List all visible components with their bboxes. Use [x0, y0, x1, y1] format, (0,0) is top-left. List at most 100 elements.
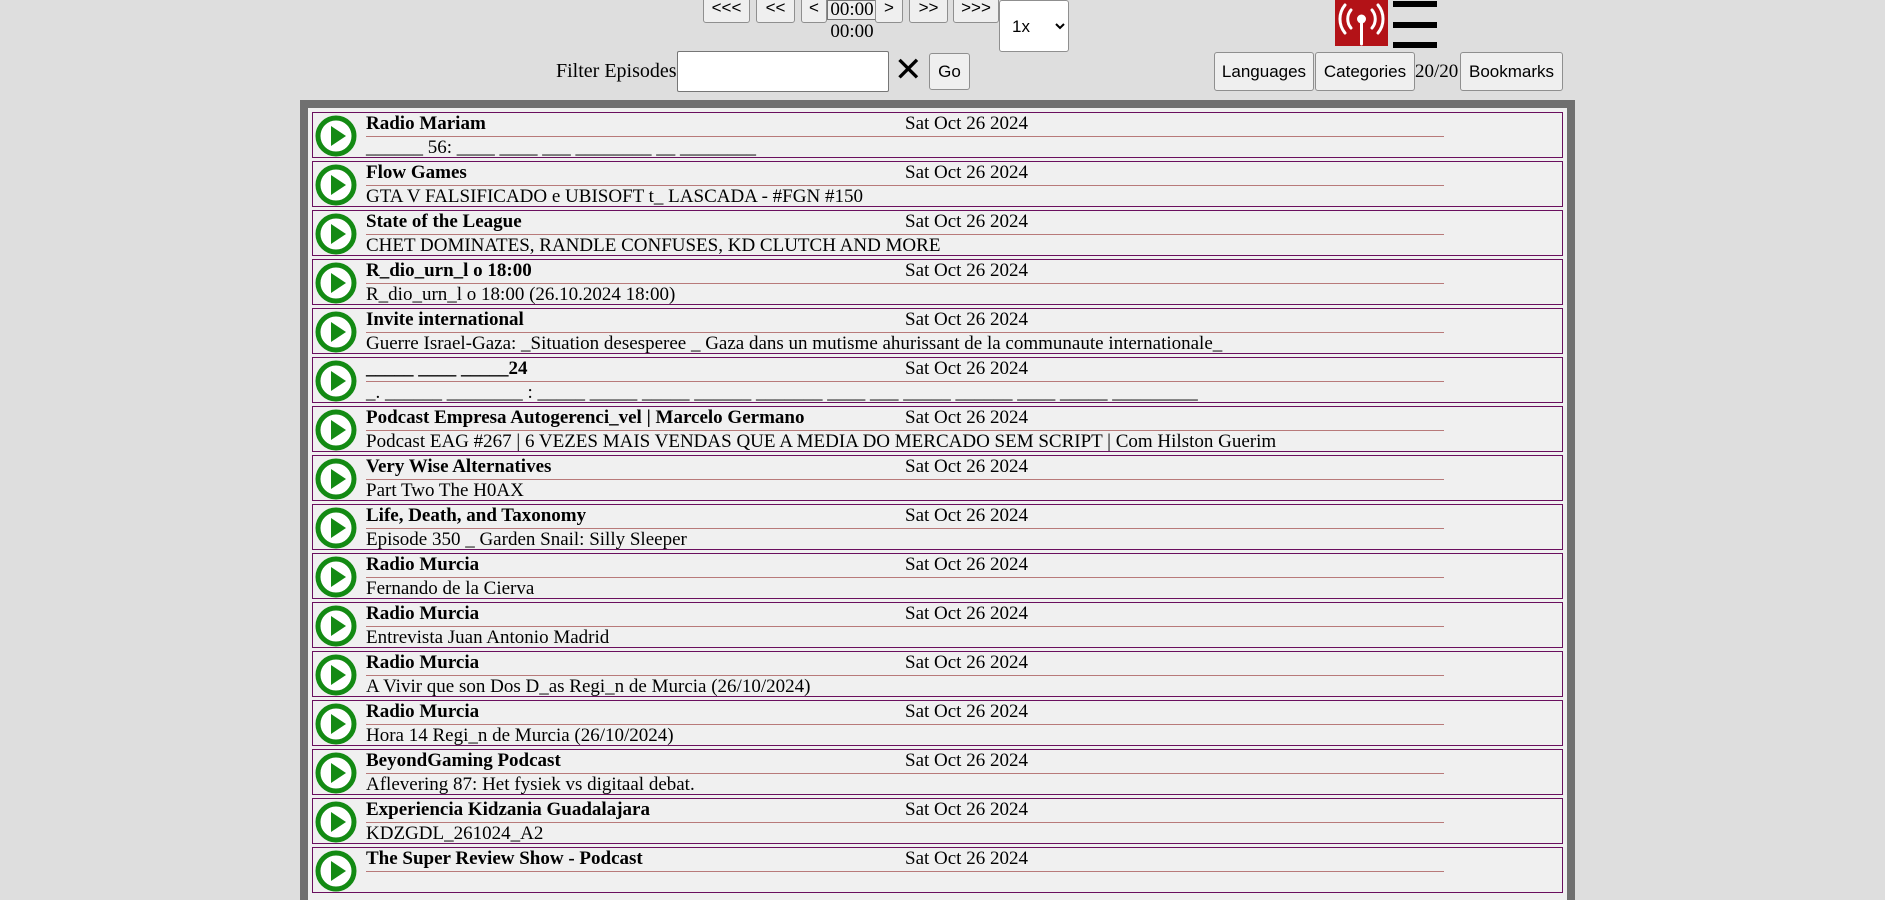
episode-row[interactable]: Podcast Empresa Autogerenci_vel | Marcel…	[312, 406, 1563, 452]
episode-row[interactable]: Radio Mariam Sat Oct 26 2024 ______ 56: __…	[312, 112, 1563, 158]
skip-back-button[interactable]: <<	[756, 0, 795, 23]
go-button[interactable]: Go	[929, 53, 970, 90]
play-circle-icon[interactable]	[315, 213, 357, 255]
episode-description[interactable]: CHET DOMINATES, RANDLE CONFUSES, KD CLUT…	[366, 235, 940, 257]
filter-input[interactable]	[677, 51, 889, 92]
episode-description[interactable]: _. ______ ________ : _____ _____ _____ _…	[366, 382, 1198, 404]
episode-description[interactable]: GTA V FALSIFICADO e UBISOFT t_ LASCADA -…	[366, 186, 863, 208]
episode-podcast-title[interactable]: State of the League	[366, 211, 522, 233]
play-circle-icon[interactable]	[315, 458, 357, 500]
play-circle-icon[interactable]	[315, 262, 357, 304]
episode-date: Sat Oct 26 2024	[905, 358, 1028, 379]
episode-date: Sat Oct 26 2024	[905, 407, 1028, 428]
play-circle-icon[interactable]	[315, 703, 357, 745]
episode-podcast-title[interactable]: The Super Review Show - Podcast	[366, 848, 643, 870]
play-circle-icon[interactable]	[315, 311, 357, 353]
episode-divider	[366, 871, 1444, 872]
play-circle-icon[interactable]	[315, 360, 357, 402]
episode-row[interactable]: Life, Death, and Taxonomy Sat Oct 26 2024…	[312, 504, 1563, 550]
languages-button[interactable]: Languages	[1214, 52, 1314, 91]
play-circle-icon[interactable]	[315, 115, 357, 157]
episode-row[interactable]: Radio Murcia Sat Oct 26 2024 Entrevista Ju…	[312, 602, 1563, 648]
episode-date: Sat Oct 26 2024	[905, 554, 1028, 575]
episode-row[interactable]: Radio Murcia Sat Oct 26 2024 Hora 14 Regi_…	[312, 700, 1563, 746]
episode-row[interactable]: BeyondGaming Podcast Sat Oct 26 2024 Aflev…	[312, 749, 1563, 795]
episode-date: Sat Oct 26 2024	[905, 309, 1028, 330]
episode-description[interactable]: R_dio_urn_l o 18:00 (26.10.2024 18:00)	[366, 284, 675, 306]
episode-description[interactable]: Episode 350 _ Garden Snail: Silly Sleepe…	[366, 529, 687, 551]
episode-date: Sat Oct 26 2024	[905, 456, 1028, 477]
episode-podcast-title[interactable]: R_dio_urn_l o 18:00	[366, 260, 532, 282]
step-back-button[interactable]: <	[801, 0, 827, 23]
episode-row[interactable]: Flow Games Sat Oct 26 2024 GTA V FALSIFICA…	[312, 161, 1563, 207]
episode-date: Sat Oct 26 2024	[905, 211, 1028, 232]
episode-podcast-title[interactable]: Podcast Empresa Autogerenci_vel | Marcel…	[366, 407, 804, 429]
episode-podcast-title[interactable]: Flow Games	[366, 162, 467, 184]
episode-date: Sat Oct 26 2024	[905, 750, 1028, 771]
play-circle-icon[interactable]	[315, 164, 357, 206]
episode-row[interactable]: The Super Review Show - Podcast Sat Oct 2…	[312, 847, 1563, 893]
episode-podcast-title[interactable]: BeyondGaming Podcast	[366, 750, 561, 772]
episode-date: Sat Oct 26 2024	[905, 652, 1028, 673]
episode-date: Sat Oct 26 2024	[905, 799, 1028, 820]
play-circle-icon[interactable]	[315, 850, 357, 892]
episode-description[interactable]: Fernando de la Cierva	[366, 578, 534, 600]
episode-row[interactable]: Radio Murcia Sat Oct 26 2024 A Vivir que s…	[312, 651, 1563, 697]
play-circle-icon[interactable]	[315, 654, 357, 696]
skip-forward-button[interactable]: >>	[909, 0, 948, 23]
skip-forward-far-button[interactable]: >>>	[953, 0, 999, 23]
episode-count: 20/20	[1415, 61, 1459, 82]
episode-date: Sat Oct 26 2024	[905, 162, 1028, 183]
episode-podcast-title[interactable]: Radio Murcia	[366, 603, 479, 625]
skip-back-far-button[interactable]: <<<	[703, 0, 750, 23]
play-circle-icon[interactable]	[315, 752, 357, 794]
episode-podcast-title[interactable]: Experiencia Kidzania Guadalajara	[366, 799, 650, 821]
episode-description[interactable]: Aflevering 87: Het fysiek vs digitaal de…	[366, 774, 695, 796]
total-time: 00:00	[830, 21, 874, 42]
episode-description[interactable]: Hora 14 Regi_n de Murcia (26/10/2024)	[366, 725, 674, 747]
episode-row[interactable]: R_dio_urn_l o 18:00 Sat Oct 26 2024 R_dio_…	[312, 259, 1563, 305]
episode-description[interactable]: ______ 56: ____ ____ ___ ________ __ ___…	[366, 137, 756, 159]
episode-podcast-title[interactable]: Life, Death, and Taxonomy	[366, 505, 586, 527]
episode-row[interactable]: Experiencia Kidzania Guadalajara Sat Oct …	[312, 798, 1563, 844]
episode-description[interactable]: Podcast EAG #267 | 6 VEZES MAIS VENDAS Q…	[366, 431, 1276, 453]
episode-divider	[366, 479, 1444, 480]
episode-description[interactable]: Part Two The H0AX	[366, 480, 524, 502]
episode-podcast-title[interactable]: Radio Murcia	[366, 652, 479, 674]
episode-row[interactable]: _____ ____ _____24 Sat Oct 26 2024 _. ____…	[312, 357, 1563, 403]
current-time: 00:00	[827, 0, 877, 20]
episode-date: Sat Oct 26 2024	[905, 701, 1028, 722]
episode-row[interactable]: Radio Murcia Sat Oct 26 2024 Fernando de l…	[312, 553, 1563, 599]
radio-antenna-icon	[1335, 0, 1388, 46]
play-circle-icon[interactable]	[315, 507, 357, 549]
categories-button[interactable]: Categories	[1315, 52, 1415, 91]
episode-date: Sat Oct 26 2024	[905, 848, 1028, 869]
play-circle-icon[interactable]	[315, 801, 357, 843]
episode-podcast-title[interactable]: Radio Mariam	[366, 113, 486, 135]
episode-description[interactable]: Entrevista Juan Antonio Madrid	[366, 627, 609, 649]
step-forward-button[interactable]: >	[875, 0, 903, 23]
close-icon[interactable]: ✕	[894, 50, 923, 90]
play-circle-icon[interactable]	[315, 556, 357, 598]
episode-podcast-title[interactable]: Very Wise Alternatives	[366, 456, 551, 478]
play-circle-icon[interactable]	[315, 605, 357, 647]
episode-row[interactable]: State of the League Sat Oct 26 2024 CHET D…	[312, 210, 1563, 256]
episode-description[interactable]: Guerre Israel-Gaza: _Situation desespere…	[366, 333, 1222, 355]
episode-description[interactable]: A Vivir que son Dos D_as Regi_n de Murci…	[366, 676, 810, 698]
bookmarks-button[interactable]: Bookmarks	[1460, 52, 1563, 91]
episode-podcast-title[interactable]: _____ ____ _____24	[366, 358, 528, 380]
episode-date: Sat Oct 26 2024	[905, 603, 1028, 624]
episode-date: Sat Oct 26 2024	[905, 260, 1028, 281]
episode-podcast-title[interactable]: Invite international	[366, 309, 524, 331]
episode-podcast-title[interactable]: Radio Murcia	[366, 701, 479, 723]
filter-label: Filter Episodes	[556, 60, 677, 82]
episode-date: Sat Oct 26 2024	[905, 113, 1028, 134]
episode-podcast-title[interactable]: Radio Murcia	[366, 554, 479, 576]
episode-date: Sat Oct 26 2024	[905, 505, 1028, 526]
play-circle-icon[interactable]	[315, 409, 357, 451]
speed-select[interactable]: 1x	[999, 0, 1069, 52]
episode-row[interactable]: Very Wise Alternatives Sat Oct 26 2024 Par…	[312, 455, 1563, 501]
hamburger-menu-icon[interactable]	[1393, 0, 1437, 50]
episode-description[interactable]: KDZGDL_261024_A2	[366, 823, 543, 845]
episode-row[interactable]: Invite international Sat Oct 26 2024 Guerr…	[312, 308, 1563, 354]
